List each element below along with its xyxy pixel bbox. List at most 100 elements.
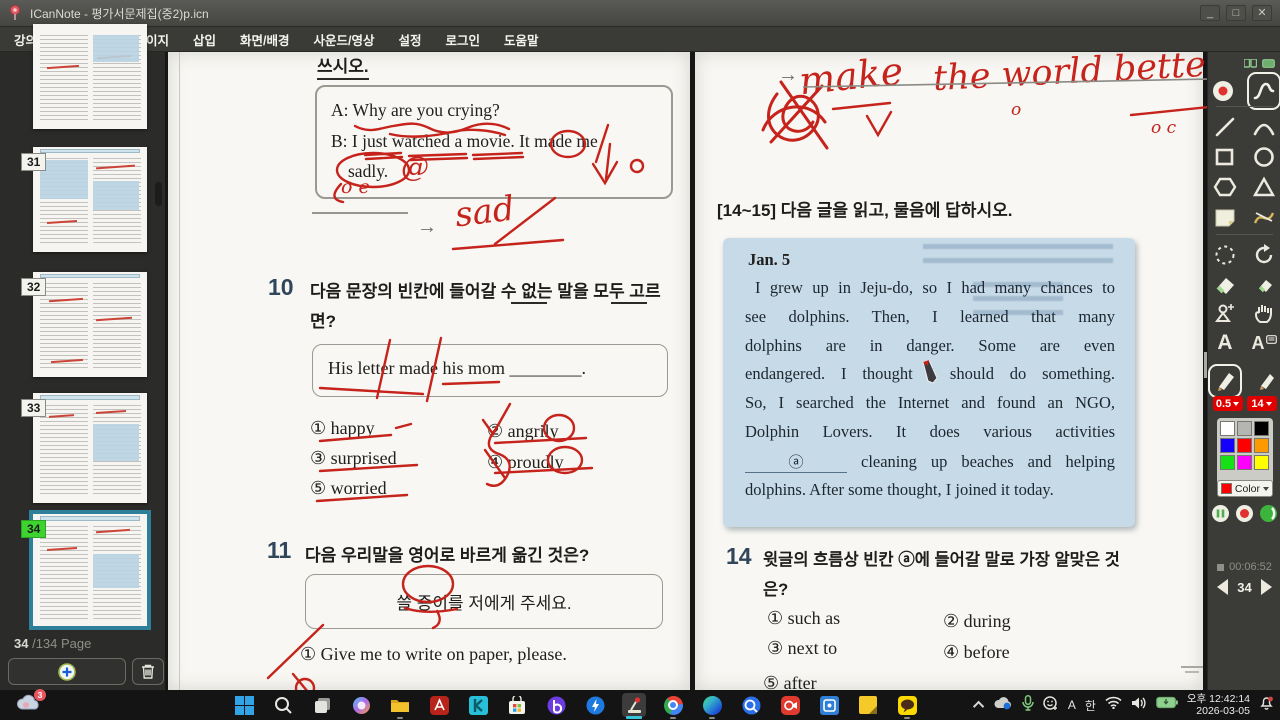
- ime-emoji-icon[interactable]: [1043, 695, 1059, 716]
- active-indicator: [626, 716, 642, 719]
- k-app-icon[interactable]: [466, 693, 490, 717]
- sidebar-scrollbar[interactable]: [155, 182, 162, 206]
- circle-tool[interactable]: [1249, 142, 1279, 172]
- triangle-tool[interactable]: [1249, 172, 1279, 202]
- stamp-tool[interactable]: [1210, 298, 1240, 328]
- dual-screen-icon[interactable]: [1243, 55, 1258, 73]
- chrome-icon[interactable]: [661, 693, 685, 719]
- rectangle-tool[interactable]: [1210, 142, 1240, 172]
- color-swatch-red[interactable]: [1237, 438, 1252, 453]
- color-swatch-green[interactable]: [1220, 455, 1235, 470]
- font-size-dropdown[interactable]: 14: [1246, 396, 1277, 411]
- thumbnail-page-34-selected[interactable]: 34: [21, 510, 151, 630]
- page-badge: 32: [21, 278, 47, 296]
- hexagon-tool[interactable]: [1210, 172, 1240, 202]
- curve-edit-tool[interactable]: [1249, 202, 1279, 232]
- file-explorer-icon[interactable]: [388, 693, 412, 719]
- wifi-icon[interactable]: [1105, 696, 1122, 714]
- pencil-tool-selected[interactable]: [1208, 364, 1242, 398]
- pencil2-tool[interactable]: [1251, 366, 1280, 396]
- bixby-icon[interactable]: [544, 693, 568, 717]
- color-swatch-white[interactable]: [1220, 421, 1235, 436]
- battery-icon[interactable]: [1156, 696, 1178, 714]
- memo-app-icon[interactable]: [856, 693, 880, 717]
- pan-hand-tool[interactable]: [1249, 298, 1279, 328]
- notification-bell-icon[interactable]: [1259, 695, 1274, 716]
- thumbnail-page-30[interactable]: [33, 24, 147, 129]
- menu-item-screen-background[interactable]: 화면/배경: [240, 30, 289, 49]
- taskbar-clock[interactable]: 오후 12:42:14 2026-03-05: [1187, 693, 1250, 717]
- ime-korean-indicator[interactable]: 한: [1085, 697, 1096, 714]
- menu-item-insert[interactable]: 삽입: [193, 30, 216, 49]
- page-bleedthrough: [923, 244, 1113, 270]
- color-picker-button[interactable]: Color: [1217, 480, 1273, 497]
- lightning-app-icon[interactable]: [583, 693, 607, 717]
- line-tool[interactable]: [1210, 112, 1240, 142]
- kakaotalk-icon[interactable]: [895, 693, 919, 719]
- thumbnail-page-33[interactable]: 33: [21, 393, 147, 503]
- color-swatch-black[interactable]: [1254, 421, 1269, 436]
- pen-tool-selected[interactable]: [1247, 72, 1280, 110]
- color-swatch-orange[interactable]: [1254, 438, 1269, 453]
- menu-item-sound-video[interactable]: 사운드/영상: [314, 30, 375, 49]
- thumbnail-page-32[interactable]: 32: [21, 272, 147, 377]
- capture-tool-icon[interactable]: [817, 693, 841, 717]
- color-swatch-blue[interactable]: [1220, 438, 1235, 453]
- icannote-taskbar-icon[interactable]: [622, 693, 646, 719]
- record-dot-tool[interactable]: [1208, 76, 1238, 106]
- volume-icon[interactable]: [1131, 696, 1147, 715]
- color-swatch-yellow[interactable]: [1254, 455, 1269, 470]
- arc-tool[interactable]: [1249, 112, 1279, 142]
- add-page-button[interactable]: [8, 658, 126, 685]
- eraser-tool[interactable]: [1210, 270, 1240, 300]
- menu-item-help[interactable]: 도움말: [504, 30, 539, 49]
- text-tool[interactable]: A: [1210, 328, 1240, 358]
- show-hidden-icons-chevron[interactable]: [972, 700, 985, 713]
- minimize-button[interactable]: _: [1200, 5, 1220, 21]
- q14-option-3: ③ next to: [767, 638, 838, 658]
- toolbar-page-number: 34: [1237, 579, 1252, 595]
- menu-item-login[interactable]: 로그인: [446, 30, 481, 49]
- whale-browser-icon[interactable]: [739, 693, 763, 717]
- onedrive-icon[interactable]: [993, 696, 1013, 715]
- q11-text: 다음 우리말을 영어로 바르게 옮긴 것은?: [305, 546, 590, 565]
- search-icon[interactable]: [271, 693, 295, 717]
- arrow-glyph: →: [417, 216, 437, 238]
- ime-english-indicator[interactable]: A: [1068, 698, 1076, 712]
- microsoft-store-icon[interactable]: [505, 693, 529, 717]
- menu-item-settings[interactable]: 설정: [399, 30, 422, 49]
- lasso-select-tool[interactable]: [1210, 240, 1240, 270]
- microphone-icon[interactable]: [1022, 694, 1034, 716]
- maximize-button[interactable]: □: [1226, 5, 1246, 21]
- screen-share-icon[interactable]: [1262, 55, 1275, 73]
- windows-start-button[interactable]: [232, 693, 256, 717]
- q10-option-1: ① happy: [310, 418, 375, 438]
- delete-page-button[interactable]: [132, 658, 164, 685]
- copilot-icon[interactable]: [349, 693, 373, 717]
- small-eraser-tool[interactable]: [1249, 270, 1279, 300]
- text-keyboard-tool[interactable]: A: [1249, 328, 1279, 358]
- stroke-width-dropdown[interactable]: 0.5: [1212, 396, 1243, 411]
- thumbnail-page-31[interactable]: 31: [21, 147, 147, 252]
- play-button[interactable]: [1259, 504, 1278, 523]
- close-button[interactable]: ✕: [1252, 5, 1272, 21]
- next-page-button[interactable]: [1260, 579, 1272, 595]
- acrobat-icon[interactable]: [427, 693, 451, 717]
- canvas-area[interactable]: 쓰시오. A: Why are you crying? B: I just wa…: [165, 52, 1207, 690]
- cloud-app-icon[interactable]: 3: [16, 689, 46, 718]
- q14-option-1: ① such as: [767, 608, 841, 628]
- rotate-tool[interactable]: [1249, 240, 1279, 270]
- screen-recorder-icon[interactable]: [778, 693, 802, 717]
- edge-icon[interactable]: [700, 693, 724, 719]
- page-curl-mark: [1181, 666, 1203, 668]
- prev-page-button[interactable]: [1217, 579, 1229, 595]
- task-view-icon[interactable]: [310, 693, 334, 717]
- pause-button[interactable]: [1211, 504, 1230, 523]
- color-swatch-gray[interactable]: [1237, 421, 1252, 436]
- drawing-toolbar: A A 0.5 14 Color 00:06:52 34: [1207, 52, 1280, 690]
- color-swatch-magenta[interactable]: [1237, 455, 1252, 470]
- stop-icon[interactable]: [1217, 563, 1225, 571]
- record-button[interactable]: [1235, 504, 1254, 523]
- q10-sentence: His letter made his mom ________.: [328, 358, 586, 378]
- sticky-note-tool[interactable]: [1210, 202, 1240, 232]
